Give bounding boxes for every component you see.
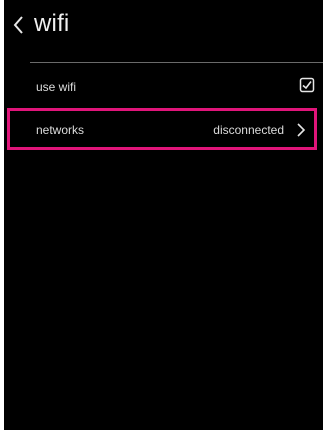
- networks-status: disconnected: [213, 123, 284, 137]
- chevron-right-icon: [297, 123, 306, 137]
- header: wifi: [4, 0, 323, 50]
- use-wifi-label: use wifi: [36, 80, 77, 94]
- header-divider: [30, 62, 323, 63]
- back-button[interactable]: [12, 14, 26, 36]
- use-wifi-row[interactable]: use wifi: [4, 66, 323, 108]
- networks-label: networks: [36, 123, 85, 137]
- page-title: wifi: [34, 10, 70, 37]
- chevron-left-icon: [13, 16, 23, 34]
- checkbox-checked-icon[interactable]: [299, 77, 315, 93]
- networks-row[interactable]: networks disconnected: [7, 108, 317, 150]
- wifi-settings-screen: wifi use wifi networks disconnected: [4, 0, 323, 430]
